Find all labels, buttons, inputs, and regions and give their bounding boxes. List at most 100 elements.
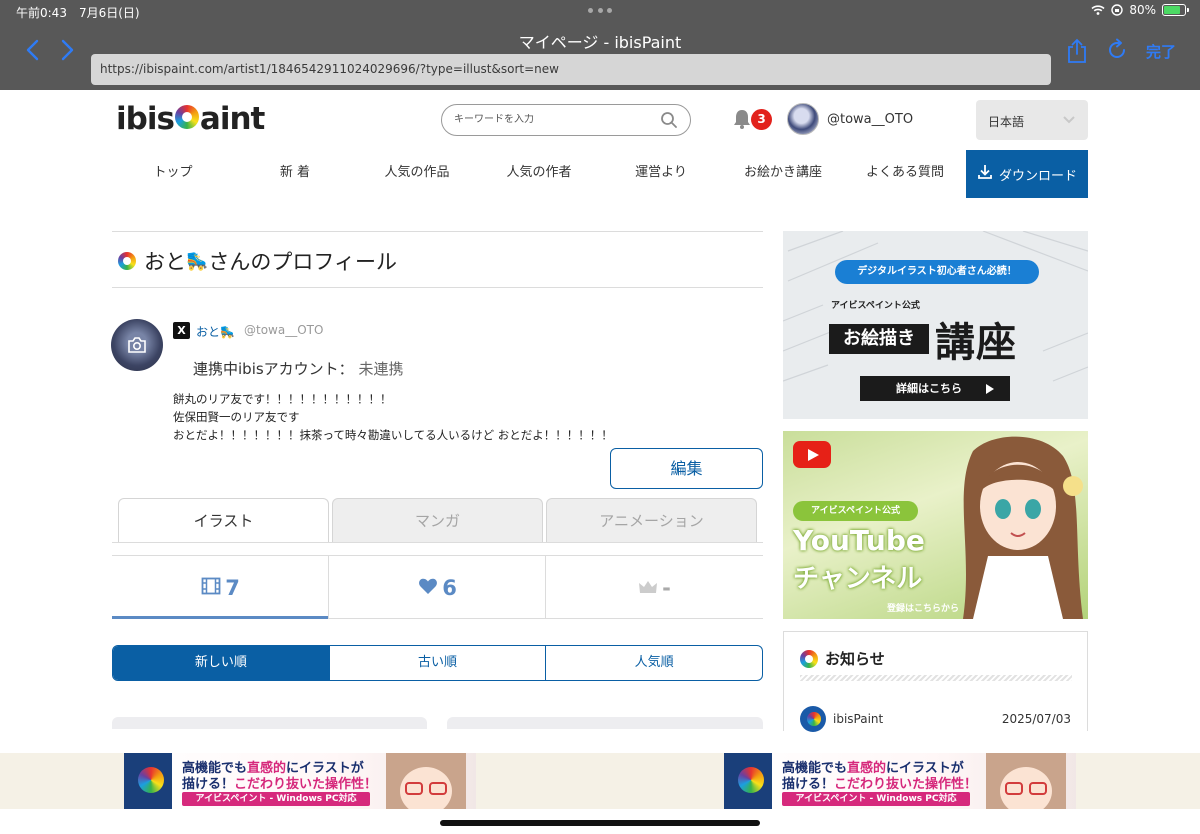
sort-selector: 新しい順 古い順 人気順	[112, 645, 763, 681]
url-bar[interactable]: https://ibispaint.com/artist1/1846542911…	[91, 54, 1051, 85]
nav-item-tutorials[interactable]: お絵かき講座	[722, 150, 844, 198]
ibispaint-app-icon	[800, 706, 826, 732]
sort-oldest[interactable]: 古い順	[330, 646, 547, 680]
nav-item-faq[interactable]: よくある質問	[844, 150, 966, 198]
x-handle: @towa__OTO	[244, 323, 324, 337]
battery-percent: 80%	[1129, 3, 1156, 17]
main-nav: トップ 新 着 人気の作品 人気の作者 運営より お絵かき講座 よくある質問 ダ…	[112, 150, 1088, 198]
ad-bar: アイビスペイント - Windows PC対応	[782, 792, 970, 806]
ad-character-illustration	[386, 753, 466, 809]
film-icon	[201, 576, 221, 600]
banner-youtube-text: YouTube	[793, 524, 925, 557]
youtube-banner[interactable]: アイビスペイント公式 YouTube チャンネル 登録はこちらから	[783, 431, 1088, 619]
artwork-thumbnail[interactable]	[447, 717, 763, 729]
search-input[interactable]	[454, 114, 654, 125]
color-wheel-icon	[118, 252, 136, 270]
sort-newest[interactable]: 新しい順	[113, 646, 330, 680]
language-select[interactable]: 日本語	[976, 100, 1088, 140]
youtube-icon	[793, 441, 831, 468]
tutorial-banner[interactable]: デジタルイラスト初心者さん必読！ アイビスペイント公式 お絵描き 講座 詳細はこ…	[783, 231, 1088, 419]
color-wheel-icon	[800, 649, 818, 668]
crown-icon	[638, 576, 658, 600]
ad-line-2: 描ける！こだわり抜いた操作性！	[782, 777, 978, 792]
artwork-thumbnail[interactable]	[112, 717, 427, 729]
status-indicators: 80%	[1091, 3, 1189, 17]
notification-badge: 3	[751, 109, 772, 130]
banner-big-text: 講座	[935, 320, 1017, 366]
ad-strip: 高機能でも直感的にイラストが 描ける！こだわり抜いた操作性！ アイビスペイント …	[0, 753, 1200, 809]
banner-character-illustration	[963, 436, 1083, 619]
nav-item-new[interactable]: 新 着	[234, 150, 356, 198]
status-time: 午前0:43 7月6日(日)	[16, 6, 140, 20]
x-logo-icon: X	[173, 322, 190, 339]
ad-line-2: 描ける！こだわり抜いた操作性！	[182, 777, 378, 792]
divider	[112, 287, 763, 288]
user-avatar[interactable]	[787, 103, 819, 135]
wifi-icon	[1091, 5, 1105, 15]
share-icon[interactable]	[1066, 38, 1088, 64]
works-count: 7	[225, 575, 240, 600]
orientation-lock-icon	[1111, 4, 1124, 16]
ad-banner-right[interactable]: 高機能でも直感的にイラストが 描ける！こだわり抜いた操作性！ アイビスペイント …	[724, 753, 1076, 809]
news-date: 2025/07/03	[1001, 712, 1071, 726]
stat-rank[interactable]: -	[546, 556, 763, 619]
banner-pill: デジタルイラスト初心者さん必読！	[835, 260, 1039, 284]
camera-icon[interactable]	[127, 336, 147, 354]
search-box[interactable]	[441, 104, 691, 136]
linked-account-label: 連携中ibisアカウント：	[193, 360, 354, 378]
ibispaint-logo[interactable]: ibis aint	[116, 100, 265, 138]
logo-text-prefix: ibis	[116, 101, 175, 137]
download-button[interactable]: ダウンロード	[966, 150, 1088, 198]
news-title: お知らせ	[825, 650, 885, 668]
ad-banner-left[interactable]: 高機能でも直感的にイラストが 描ける！こだわり抜いた操作性！ アイビスペイント …	[124, 753, 476, 809]
tab-animation[interactable]: アニメーション	[546, 498, 757, 542]
edit-profile-button[interactable]: 編集	[610, 448, 763, 489]
stat-likes[interactable]: 6	[329, 556, 546, 619]
news-heading: お知らせ	[800, 648, 885, 669]
banner-channel-text: チャンネル	[793, 564, 923, 594]
likes-count: 6	[442, 575, 457, 600]
content-tabs: イラスト マンガ アニメーション	[112, 498, 763, 542]
nav-item-news[interactable]: 運営より	[600, 150, 722, 198]
ad-character-illustration	[986, 753, 1066, 809]
banner-register-text: 登録はこちらから	[887, 604, 960, 614]
news-panel: お知らせ ibisPaint 2025/07/03	[783, 631, 1088, 732]
download-label: ダウンロード	[998, 168, 1077, 184]
page-title: マイページ - ibisPaint	[518, 33, 682, 52]
linked-account-status: 連携中ibisアカウント： 未連携	[193, 358, 403, 379]
bell-icon[interactable]	[731, 108, 753, 130]
multitask-dots-icon[interactable]	[588, 8, 612, 14]
tab-illust[interactable]: イラスト	[118, 498, 329, 542]
roller-skate-emoji: 🛼	[186, 250, 209, 272]
header-username[interactable]: @towa__OTO	[827, 112, 913, 127]
search-icon[interactable]	[660, 111, 678, 129]
nav-item-popular-works[interactable]: 人気の作品	[356, 150, 478, 198]
bio-line: 餅丸のリア友です！！！！！！！！！！！	[173, 392, 392, 406]
color-wheel-icon	[174, 105, 199, 129]
tab-manga[interactable]: マンガ	[332, 498, 543, 542]
home-indicator[interactable]	[440, 820, 760, 826]
ibispaint-app-icon	[724, 753, 772, 809]
logo-text-suffix: aint	[199, 101, 265, 137]
profile-avatar[interactable]	[111, 319, 163, 371]
profile-heading-suffix: さんのプロフィール	[208, 250, 398, 274]
language-value: 日本語	[988, 115, 1025, 129]
linked-account-value: 未連携	[358, 360, 404, 378]
browser-chrome: 午前0:43 7月6日(日) 80% マイページ - ibisPaint htt…	[0, 0, 1200, 90]
x-display-name[interactable]: おと🛼	[196, 323, 235, 340]
heart-icon	[418, 576, 438, 600]
done-button[interactable]: 完了	[1146, 41, 1176, 62]
nav-item-popular-artists[interactable]: 人気の作者	[478, 150, 600, 198]
active-stat-indicator	[112, 616, 328, 619]
stat-works[interactable]: 7	[112, 556, 329, 619]
news-source[interactable]: ibisPaint	[833, 712, 883, 726]
profile-stats: 7 6 -	[112, 555, 763, 619]
sort-popular[interactable]: 人気順	[546, 646, 762, 680]
bio-line: 佐保田賢一のリア友です	[173, 410, 300, 424]
chevron-down-icon	[1062, 114, 1076, 124]
battery-icon	[1162, 4, 1189, 16]
reload-icon[interactable]	[1105, 38, 1129, 62]
banner-details-button[interactable]: 詳細はこちら	[860, 376, 1010, 401]
divider	[112, 231, 763, 232]
nav-item-top[interactable]: トップ	[112, 150, 234, 198]
